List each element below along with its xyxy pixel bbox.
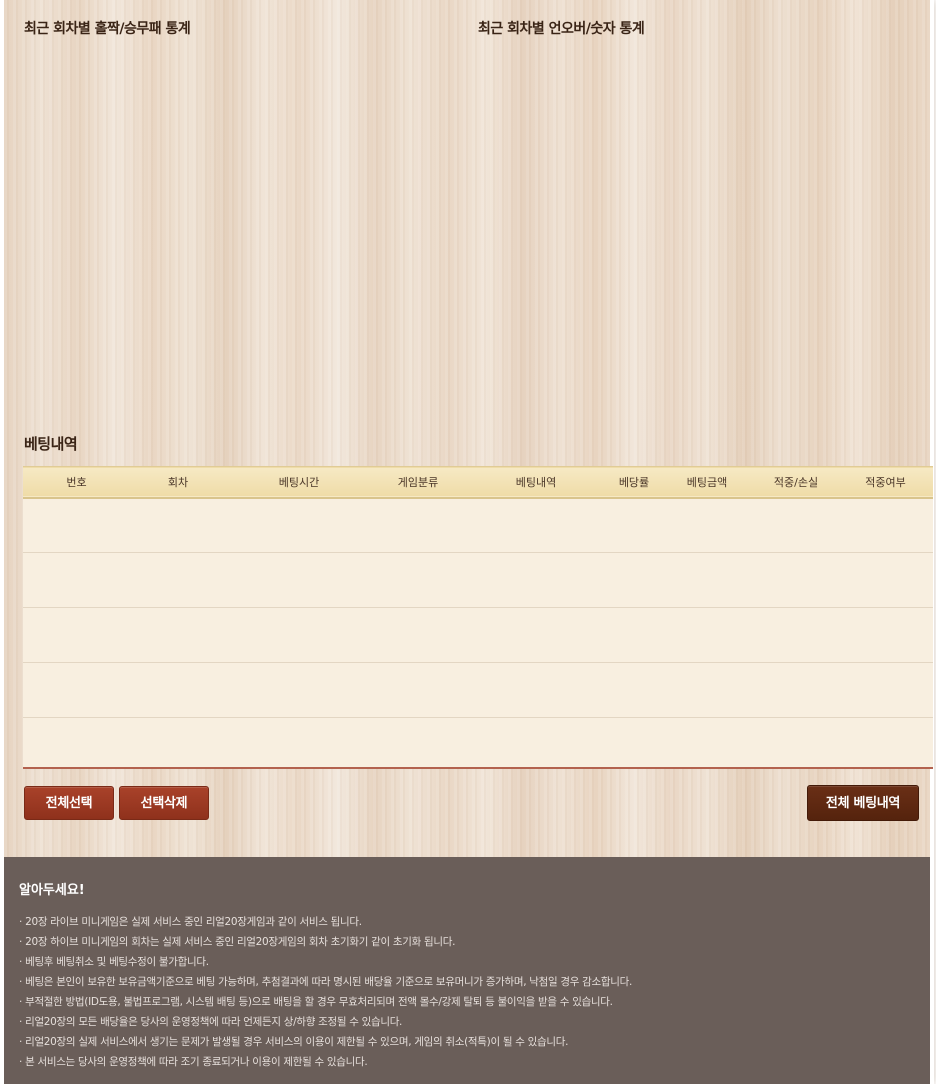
odd-even-stats-title: 최근 회차별 홀짝/승무패 통계 — [24, 21, 191, 37]
notice-item: 베팅은 본인이 보유한 보유금액기준으로 베팅 가능하며, 추첨결과에 따라 명… — [19, 972, 632, 992]
notice-item: 리얼20장의 실제 서비스에서 생기는 문제가 발생될 경우 서비스의 이용이 … — [19, 1032, 632, 1052]
notice-item: 본 서비스는 당사의 운영정책에 따라 조기 종료되거나 이용이 제한될 수 있… — [19, 1052, 632, 1072]
content-panel: 최근 회차별 홀짝/승무패 통계 최근 회차별 언오버/숫자 통계 베팅내역 번… — [4, 0, 933, 857]
table-row — [23, 607, 933, 663]
column-header-odds: 베당률 — [618, 475, 650, 489]
notice-item: 리얼20장의 모든 배당율은 당사의 운영정책에 따라 언제든지 상/하향 조정… — [19, 1012, 632, 1032]
notice-item: 20장 하이브 미니게임의 회차는 실제 서비스 중인 리얼20장게임의 회차 … — [19, 932, 632, 952]
table-row — [23, 552, 933, 608]
select-all-button[interactable]: 전체선택 — [24, 786, 114, 820]
column-header-game-type: 게임분류 — [397, 475, 439, 489]
notice-title: 알아두세요! — [19, 883, 85, 898]
table-row — [23, 662, 933, 718]
betting-history-title: 베팅내역 — [24, 435, 78, 453]
column-header-round: 회차 — [167, 475, 189, 489]
under-over-stats-title: 최근 회차별 언오버/숫자 통계 — [478, 21, 645, 37]
column-header-bet-time: 베팅시간 — [278, 475, 320, 489]
notice-item: 부적절한 방법(ID도용, 불법프로그램, 시스템 배팅 등)으로 배팅을 할 … — [19, 992, 632, 1012]
table-row — [23, 497, 933, 553]
column-header-bet-amount: 베팅금액 — [686, 475, 728, 489]
table-header-row: 번호 회차 베팅시간 게임분류 베팅내역 베당률 베팅금액 적중/손실 적중여부 — [23, 466, 933, 498]
notice-list: 20장 라이브 미니게임은 실제 서비스 중인 리얼20장게임과 같이 서비스 … — [19, 912, 632, 1072]
column-header-win-loss: 적중/손실 — [773, 475, 819, 489]
notice-item: 20장 라이브 미니게임은 실제 서비스 중인 리얼20장게임과 같이 서비스 … — [19, 912, 632, 932]
column-header-number: 번호 — [66, 475, 87, 489]
table-row — [23, 717, 933, 768]
notice-panel: 알아두세요! 20장 라이브 미니게임은 실제 서비스 중인 리얼20장게임과 … — [4, 857, 930, 1084]
notice-item: 베팅후 베팅취소 및 베팅수정이 불가합니다. — [19, 952, 632, 972]
all-betting-history-button[interactable]: 전체 베팅내역 — [807, 785, 919, 821]
column-header-result: 적중여부 — [865, 475, 906, 489]
betting-history-table: 번호 회차 베팅시간 게임분류 베팅내역 베당률 베팅금액 적중/손실 적중여부 — [23, 466, 933, 769]
column-header-bet-details: 베팅내역 — [515, 475, 557, 489]
delete-selected-button[interactable]: 선택삭제 — [119, 786, 209, 820]
